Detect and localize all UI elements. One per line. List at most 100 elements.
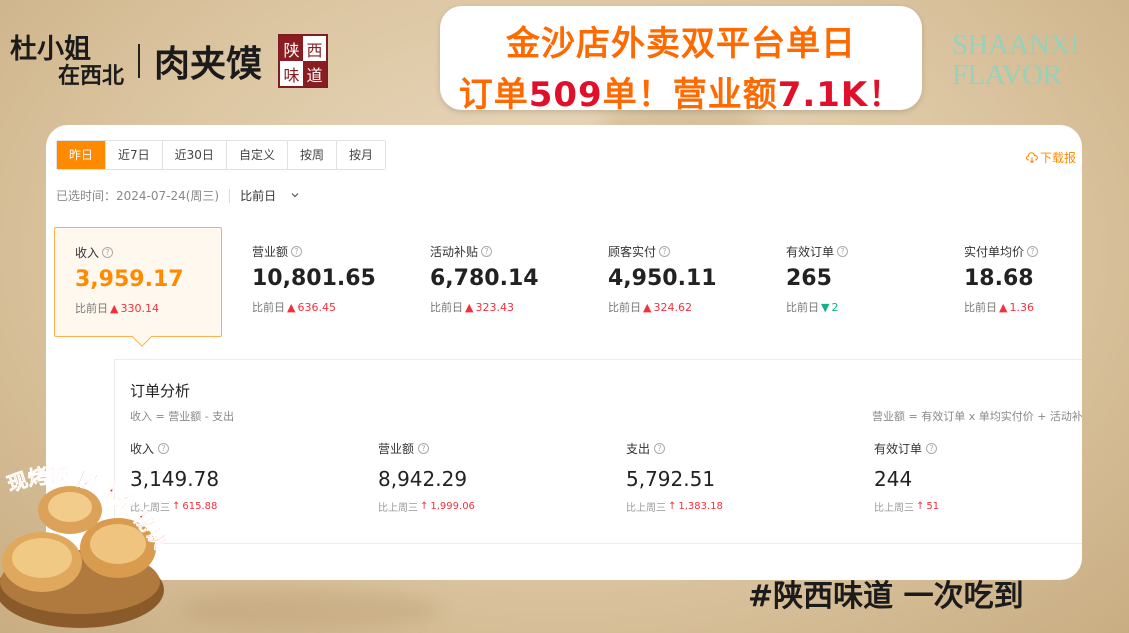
- date-range-tabs: 昨日 近7日 近30日 自定义 按周 按月: [56, 140, 386, 170]
- kpi-value: 4,950.11: [608, 266, 717, 291]
- kpi-label: 顾客实付: [608, 245, 657, 259]
- shaanxi-flavor-watermark: SHAANXI FLAVOR: [952, 29, 1080, 91]
- kpi-delta-value: 324.62: [653, 300, 692, 314]
- seal-char: 陕: [280, 36, 304, 61]
- divider: [229, 188, 231, 203]
- arrow-up-icon: ↑: [916, 501, 925, 512]
- arrow-up-icon: ▲: [643, 300, 652, 314]
- compare-select-value: 比前日: [240, 189, 277, 203]
- help-icon[interactable]: ?: [418, 443, 430, 454]
- kpi-label: 活动补贴: [430, 245, 479, 259]
- kpi-value: 6,780.14: [430, 266, 539, 291]
- help-icon[interactable]: ?: [481, 246, 493, 257]
- metric-delta-label: 比上周三: [378, 503, 418, 514]
- help-icon[interactable]: ?: [291, 246, 303, 257]
- tab-last-30-days[interactable]: 近30日: [162, 141, 227, 169]
- arrow-up-icon: ▲: [110, 301, 119, 315]
- brand-logo: 杜小姐 在西北: [10, 36, 124, 87]
- brand-name-line2: 在西北: [58, 62, 125, 89]
- brand-divider: [138, 44, 141, 78]
- kpi-value: 18.68: [964, 266, 1034, 291]
- help-icon[interactable]: ?: [102, 247, 114, 258]
- tab-yesterday[interactable]: 昨日: [57, 141, 107, 169]
- metric-valid-orders: 有效订单? 244 比上周三 ↑ 51: [874, 440, 1082, 514]
- kpi-delta-value: 2: [831, 300, 839, 314]
- kpi-label: 实付单均价: [964, 245, 1025, 259]
- kpi-delta-label: 比前日: [964, 301, 997, 314]
- tab-last-7-days[interactable]: 近7日: [106, 141, 163, 169]
- metric-delta-label: 比上周三: [874, 503, 914, 514]
- bread-curved-slogan: 现烤馍 层酥脆 秘诀: [4, 463, 174, 554]
- brand-name-line1: 杜小姐: [10, 33, 91, 65]
- brand-header: 杜小姐 在西北 肉夹馍 陕 西 味 道: [10, 34, 329, 88]
- kpi-delta-label: 比前日: [608, 301, 641, 314]
- kpi-card-income[interactable]: 收入? 3,959.17 比前日 ▲ 330.14: [54, 227, 222, 347]
- cloud-download-icon: [1026, 151, 1038, 163]
- kpi-value: 10,801.65: [252, 266, 376, 291]
- selected-pointer: [132, 327, 152, 347]
- arrow-up-icon: ↑: [668, 501, 677, 512]
- headline-banner: 金沙店外卖双平台单日 订单509单！营业额7.1K！: [440, 6, 922, 115]
- arrow-up-icon: ↑: [420, 501, 429, 512]
- compare-select[interactable]: 比前日: [240, 187, 300, 204]
- svg-text:现烤馍 层酥脆 秘诀: 现烤馍 层酥脆 秘诀: [4, 463, 173, 553]
- arrow-up-icon: ▲: [465, 300, 474, 314]
- headline-orders-label: 订单: [458, 75, 529, 115]
- selected-time-label: 已选时间：2024-07-24(周三): [56, 189, 220, 203]
- metric-delta-value: 1,383.18: [678, 501, 723, 512]
- help-icon[interactable]: ?: [926, 443, 938, 454]
- headline-line2: 订单509单！营业额7.1K！: [440, 67, 922, 116]
- metric-label: 营业额: [378, 442, 415, 456]
- watermark-line1: SHAANXI: [952, 29, 1080, 61]
- chevron-down-icon: [290, 189, 300, 203]
- order-analysis-panel: 订单分析 收入 = 营业额 - 支出 营业额 = 有效订单 x 单均实付价 + …: [114, 359, 1082, 544]
- shaanxi-seal: 陕 西 味 道: [278, 34, 329, 88]
- kpi-label: 有效订单: [786, 245, 835, 259]
- kpi-card-valid-orders[interactable]: 有效订单? 265 比前日 ▼ 2: [766, 227, 934, 337]
- help-icon[interactable]: ?: [659, 246, 671, 257]
- kpi-delta-value: 330.14: [120, 301, 159, 315]
- turnover-formula: 营业额 = 有效订单 x 单均实付价 + 活动补: [872, 410, 1082, 423]
- tab-by-month[interactable]: 按月: [336, 141, 385, 169]
- seal-char: 西: [306, 40, 323, 60]
- kpi-delta-label: 比前日: [252, 301, 285, 314]
- kpi-delta-label: 比前日: [786, 301, 819, 314]
- kpi-value: 265: [786, 266, 832, 291]
- headline-revenue-amount: 7.1K！: [777, 75, 904, 115]
- metric-value: 5,792.51: [626, 467, 716, 491]
- kpi-value: 3,959.17: [75, 267, 184, 292]
- kpi-card-avg-order-price[interactable]: 实付单均价? 18.68 比前日 ▲ 1.36: [944, 227, 1082, 337]
- headline-revenue-label: 单！营业额: [602, 75, 778, 115]
- metric-delta-value: 1,999.06: [430, 501, 475, 512]
- metric-value: 8,942.29: [378, 467, 468, 491]
- metric-delta-value: 51: [926, 501, 940, 512]
- kpi-card-turnover[interactable]: 营业额? 10,801.65 比前日 ▲ 636.45: [232, 227, 400, 337]
- income-formula: 收入 = 营业额 - 支出: [130, 410, 235, 423]
- kpi-card-subsidy[interactable]: 活动补贴? 6,780.14 比前日 ▲ 323.43: [410, 227, 578, 337]
- download-report-label: 下载报: [1040, 151, 1077, 165]
- help-icon[interactable]: ?: [654, 443, 666, 454]
- seal-char: 味: [283, 65, 300, 85]
- section-title: 订单分析: [130, 382, 191, 400]
- download-report-button[interactable]: 下载报: [1026, 149, 1076, 166]
- analysis-metrics: 收入? 3,149.78 比上周三 ↑ 615.88 营业额? 8,942.29 比…: [130, 440, 1082, 514]
- kpi-label: 营业额: [252, 245, 289, 259]
- metric-expense: 支出? 5,792.51 比上周三 ↑ 1,383.18: [626, 440, 874, 514]
- arrow-down-icon: ▼: [821, 300, 830, 314]
- curved-slogan-text: 现烤馍 层酥脆 秘诀: [4, 463, 174, 554]
- kpi-delta-value: 323.43: [475, 300, 514, 314]
- kpi-card-customer-paid[interactable]: 顾客实付? 4,950.11 比前日 ▲ 324.62: [588, 227, 756, 337]
- dashboard-card: 昨日 近7日 近30日 自定义 按周 按月 下载报 已选时间：2024-07-2…: [46, 125, 1082, 580]
- arrow-up-icon: ▲: [999, 300, 1008, 314]
- help-icon[interactable]: ?: [1027, 246, 1039, 257]
- metric-label: 支出: [626, 442, 651, 456]
- kpi-row: 收入? 3,959.17 比前日 ▲ 330.14 营业额? 10,801.65 比…: [54, 227, 1082, 347]
- arrow-up-icon: ▲: [287, 300, 296, 314]
- tab-by-week[interactable]: 按周: [287, 141, 337, 169]
- kpi-delta-value: 1.36: [1009, 300, 1034, 314]
- help-icon[interactable]: ?: [837, 246, 849, 257]
- metric-turnover: 营业额? 8,942.29 比上周三 ↑ 1,999.06: [378, 440, 626, 514]
- tab-custom[interactable]: 自定义: [226, 141, 288, 169]
- footer-slogan: #陕西味道 一次吃到: [748, 579, 1024, 614]
- seal-char: 道: [303, 61, 327, 86]
